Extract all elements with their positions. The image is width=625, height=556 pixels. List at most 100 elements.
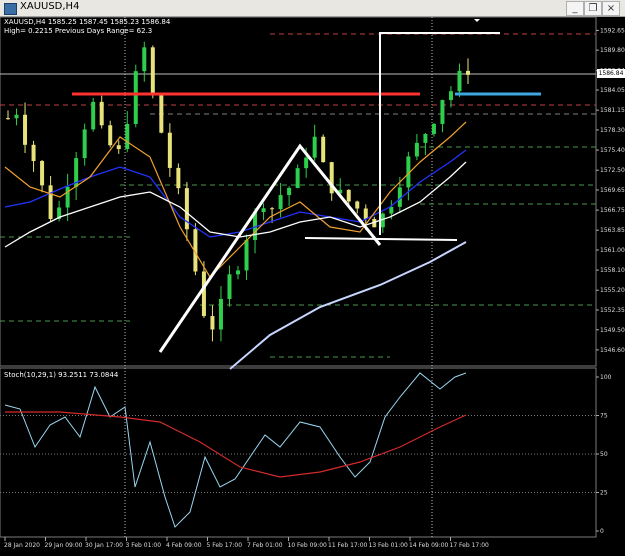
price-tick-label: 1589.80 (600, 47, 625, 54)
price-tick-label: 1563.85 (600, 227, 625, 234)
candle-body (99, 101, 104, 126)
candle-body (227, 274, 232, 299)
ma-orange-line (4, 121, 467, 278)
candle-body (261, 208, 266, 212)
candle-body (304, 157, 309, 169)
stoch-axis: 100 75 50 25 0 (596, 374, 612, 535)
price-levels (0, 33, 596, 358)
candle-body (176, 167, 181, 189)
price-tick-label: 1581.15 (600, 107, 625, 114)
time-tick-label: 14 Feb 09:00 (409, 542, 449, 549)
close-button[interactable]: × (602, 1, 620, 16)
candle-body (218, 298, 223, 330)
candle-body (116, 145, 121, 150)
stoch-tick-label: 75 (600, 413, 608, 420)
price-tick-label: 1578.30 (600, 127, 625, 134)
time-tick-label: 17 Feb 17:00 (450, 542, 490, 549)
stoch-tick-label: 50 (600, 451, 608, 458)
terminal-window: XAUUSD,H4 _ ❐ × 1592.65 1589.80 1586.84 158… (0, 0, 625, 556)
shift-marker-icon[interactable] (474, 19, 480, 22)
restore-button[interactable]: ❐ (584, 1, 602, 16)
candle-body (40, 161, 45, 186)
candle-body (466, 70, 470, 75)
candle-body (440, 100, 445, 124)
main-panel-border (0, 17, 597, 367)
time-tick-label: 4 Feb 09:00 (166, 542, 202, 549)
time-tick-label: 13 Feb 01:00 (369, 542, 409, 549)
time-tick-label: 28 Jan 2020 (4, 542, 40, 549)
candle-body (133, 71, 138, 124)
chart-area[interactable]: 1592.65 1589.80 1586.84 1584.05 1581.15 1578.… (0, 17, 625, 556)
candles (6, 41, 470, 342)
candle-body (150, 47, 155, 96)
candle-body (82, 129, 87, 159)
stoch-main-line (4, 372, 467, 528)
candle-body (363, 208, 368, 220)
stoch-panel-border (0, 367, 597, 538)
candle-body (389, 206, 394, 214)
price-chart-svg[interactable]: 1592.65 1589.80 1586.84 1584.05 1581.15 1578.… (0, 17, 625, 556)
candle-body (355, 201, 360, 209)
candle-body (295, 168, 300, 188)
time-axis: 28 Jan 2020 29 Jan 09:00 30 Jan 17:00 3 Feb… (4, 537, 489, 549)
candle-body (448, 91, 453, 101)
stoch-label: Stoch(10,29,1) 93.2511 73.0844 (4, 371, 119, 379)
candle-body (6, 118, 10, 120)
stoch-tick-label: 0 (600, 528, 604, 535)
candle-body (167, 132, 172, 168)
time-tick-label: 11 Feb 17:00 (328, 542, 368, 549)
price-tick-label: 1566.75 (600, 207, 625, 214)
price-tick-label: 1546.60 (600, 347, 625, 354)
stoch-signal-line (5, 411, 467, 478)
stoch-tick-label: 100 (600, 374, 612, 381)
price-tick-label: 1561.00 (600, 247, 625, 254)
candle-body (244, 240, 249, 271)
chart-title-bar[interactable]: XAUUSD,H4 _ ❐ × (0, 0, 625, 17)
trend-drawings[interactable] (72, 32, 541, 353)
candle-body (23, 114, 28, 145)
chart-icon (4, 3, 17, 15)
candle-body (457, 70, 462, 92)
candle-body (125, 123, 130, 150)
price-tick-label: 1552.35 (600, 307, 625, 314)
price-tick-label: 1555.20 (600, 287, 625, 294)
time-tick-label: 30 Jan 17:00 (85, 542, 123, 549)
stats-line: High= 0.2215 Previous Days Range= 62.3 (4, 27, 153, 35)
price-tick-label: 1558.10 (600, 267, 625, 274)
candle-body (321, 136, 326, 163)
candle-body (201, 271, 206, 317)
price-tick-label: 1569.65 (600, 187, 625, 194)
candle-body (91, 101, 96, 130)
candle-body (270, 208, 275, 210)
time-tick-label: 29 Jan 09:00 (45, 542, 83, 549)
current-price-tag: 1586.84 (597, 69, 625, 78)
price-tick-label: 1575.40 (600, 147, 625, 154)
time-tick-label: 10 Feb 09:00 (288, 542, 328, 549)
chart-title: XAUUSD,H4 (20, 1, 80, 12)
minimize-button[interactable]: _ (566, 1, 584, 16)
candle-body (312, 136, 317, 158)
candle-body (210, 316, 215, 330)
price-tick-label: 1584.05 (600, 87, 625, 94)
candle-body (14, 114, 19, 119)
candle-body (278, 195, 283, 210)
candle-body (423, 133, 428, 143)
candle-body (108, 125, 113, 146)
candle-body (48, 185, 53, 219)
time-tick-label: 3 Feb 01:00 (126, 542, 162, 549)
candle-body (236, 270, 240, 275)
candle-body (65, 186, 70, 208)
candle-body (159, 95, 164, 133)
time-tick-label: 5 Feb 17:00 (207, 542, 243, 549)
candle-body (142, 47, 147, 72)
price-tick-label: 1549.50 (600, 327, 625, 334)
candle-body (414, 142, 419, 157)
stochastic-lines (4, 372, 467, 528)
price-tick-label: 1572.50 (600, 167, 625, 174)
quote-line: XAUUSD,H4 1585.25 1587.45 1585.23 1586.8… (4, 18, 171, 26)
stoch-tick-label: 25 (600, 490, 608, 497)
neckline (304, 237, 458, 241)
candle-body (431, 123, 436, 134)
candle-body (31, 144, 36, 162)
time-tick-label: 7 Feb 01:00 (247, 542, 283, 549)
